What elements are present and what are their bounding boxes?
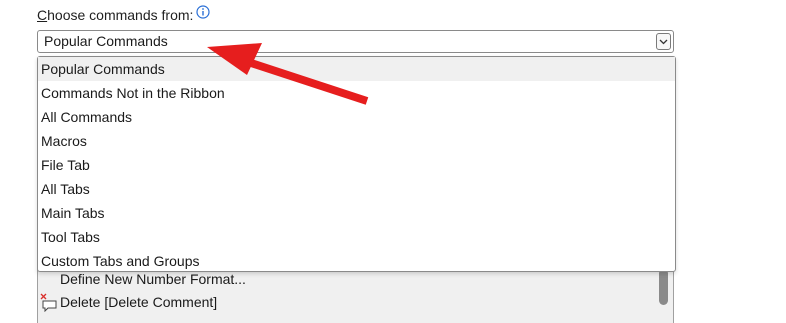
choose-commands-combobox[interactable]: Popular Commands xyxy=(37,30,674,53)
dropdown-option-all-tabs[interactable]: All Tabs xyxy=(38,177,675,201)
dropdown-option-all-commands[interactable]: All Commands xyxy=(38,105,675,129)
dropdown-option-macros[interactable]: Macros xyxy=(38,129,675,153)
list-item[interactable]: Delete [Delete Comment] xyxy=(38,290,654,314)
dropdown-option-custom-tabs-and-groups[interactable]: Custom Tabs and Groups xyxy=(38,249,675,273)
commands-dropdown-list[interactable]: Popular Commands Commands Not in the Rib… xyxy=(37,56,676,272)
info-icon[interactable] xyxy=(196,5,211,19)
label-text: hoose commands from: xyxy=(47,7,194,23)
list-item-label: Define New Number Format... xyxy=(60,271,246,287)
dropdown-option-file-tab[interactable]: File Tab xyxy=(38,153,675,177)
combobox-value: Popular Commands xyxy=(44,33,168,49)
dropdown-option-popular-commands[interactable]: Popular Commands xyxy=(38,57,675,81)
dropdown-option-commands-not-in-ribbon[interactable]: Commands Not in the Ribbon xyxy=(38,81,675,105)
dropdown-option-main-tabs[interactable]: Main Tabs xyxy=(38,201,675,225)
choose-commands-label: Choose commands from: xyxy=(37,5,211,25)
label-access-key: C xyxy=(37,7,48,23)
chevron-down-icon xyxy=(659,39,668,44)
list-item-label: Delete [Delete Comment] xyxy=(60,294,218,310)
delete-comment-icon xyxy=(38,292,60,312)
dropdown-option-tool-tabs[interactable]: Tool Tabs xyxy=(38,225,675,249)
scrollbar-thumb[interactable] xyxy=(659,269,668,305)
dropdown-button[interactable] xyxy=(656,33,671,50)
